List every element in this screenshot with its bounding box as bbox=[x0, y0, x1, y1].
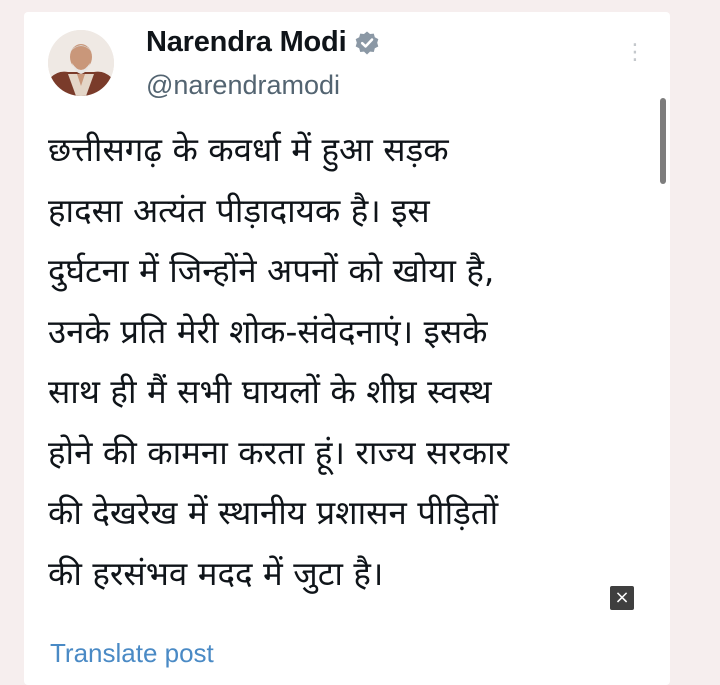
close-icon[interactable]: × bbox=[610, 586, 634, 610]
author-name-row: Narendra Modi bbox=[146, 26, 380, 59]
tweet-text-line: छत्तीसगढ़ के कवर्धा में हुआ सड़क bbox=[48, 130, 449, 169]
avatar-portrait-image bbox=[48, 30, 114, 96]
tweet-text-line: उनके प्रति मेरी शोक-संवेदनाएं। इसके bbox=[48, 311, 488, 351]
tweet-text: छत्तीसगढ़ के कवर्धा में हुआ सड़क हादसा अ… bbox=[48, 120, 648, 604]
tweet-text-line: साथ ही मैं सभी घायलों के शीघ्र स्वस्थ bbox=[48, 372, 492, 411]
author-handle[interactable]: @narendramodi bbox=[146, 70, 340, 101]
avatar[interactable] bbox=[48, 30, 114, 96]
author-name[interactable]: Narendra Modi bbox=[146, 26, 347, 59]
tweet-text-line: हादसा अत्यंत पीड़ादायक है। इस bbox=[48, 190, 430, 230]
tweet-text-line: दुर्घटना में जिन्होंने अपनों को खोया है, bbox=[48, 251, 495, 290]
scrollbar[interactable] bbox=[660, 98, 666, 184]
tweet-card: Narendra Modi @narendramodi ⋮ छत्तीसगढ़ … bbox=[24, 12, 670, 685]
translate-post-link[interactable]: Translate post bbox=[50, 638, 214, 669]
tweet-text-line: होने की कामना करता हूं। राज्य सरकार bbox=[48, 432, 510, 472]
tweet-text-line: की देखरेख में स्थानीय प्रशासन पीड़ितों bbox=[48, 493, 499, 532]
verified-badge-icon bbox=[354, 30, 380, 56]
more-options-icon[interactable]: ⋮ bbox=[624, 42, 646, 76]
tweet-text-line: की हरसंभव मदद में जुटा है। bbox=[48, 553, 384, 593]
